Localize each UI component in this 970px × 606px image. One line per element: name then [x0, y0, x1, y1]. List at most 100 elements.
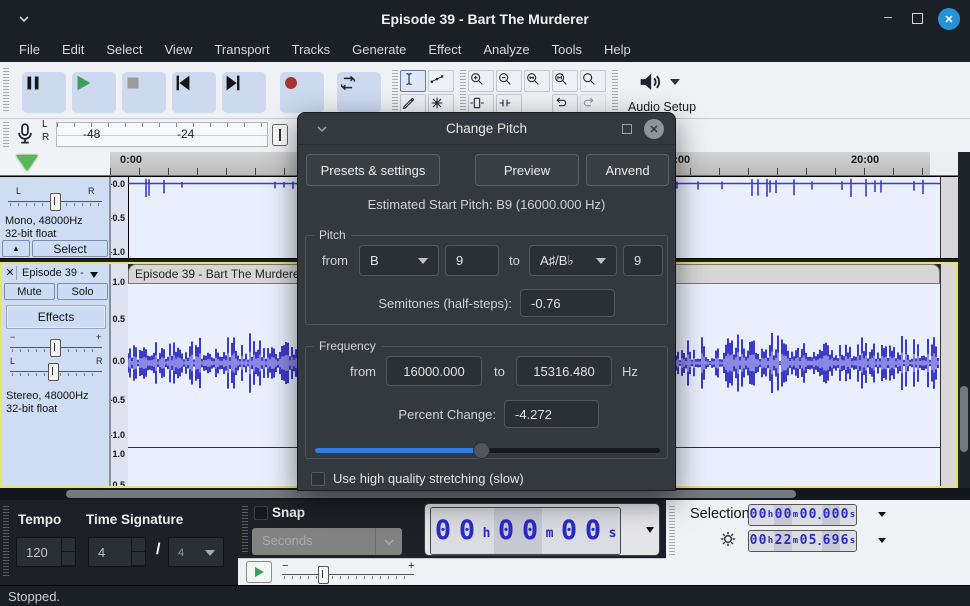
play-button[interactable]: [72, 72, 116, 113]
pitch-to-note-combo[interactable]: A♯/B♭: [529, 245, 617, 276]
track1-pan-slider[interactable]: [50, 193, 61, 211]
playhead-pin-icon[interactable]: [16, 155, 38, 171]
frequency-group: Frequency from 16000.000 to 15316.480 Hz…: [305, 346, 668, 459]
menu-tracks[interactable]: Tracks: [281, 38, 342, 62]
edit-toolbar-grip[interactable]: [460, 70, 466, 116]
timesig-upper-field[interactable]: 4: [88, 537, 146, 567]
menu-tools[interactable]: Tools: [541, 38, 593, 62]
freq-to-field[interactable]: 15316.480: [516, 356, 612, 386]
dialog-title-bar[interactable]: Change Pitch ✕: [298, 113, 675, 145]
pitch-from-octave-field[interactable]: 9: [445, 245, 499, 276]
meter-toolbar-grip[interactable]: [3, 122, 9, 148]
pause-button[interactable]: [22, 72, 66, 113]
track2-menu-caret-icon[interactable]: [90, 272, 98, 278]
timesig-lower-combo[interactable]: 4: [168, 537, 224, 567]
timesig-upper-spinner[interactable]: [131, 538, 145, 566]
audio-setup-caret-icon[interactable]: [670, 79, 680, 85]
hq-stretching-checkbox[interactable]: [311, 472, 325, 486]
vertical-scrollbar-thumb[interactable]: [960, 386, 968, 452]
zoom-in-icon: [469, 71, 493, 91]
slider-handle[interactable]: [473, 442, 490, 459]
track2-gain-slider[interactable]: [50, 339, 61, 357]
dialog-close-button[interactable]: ✕: [644, 119, 664, 139]
zoom-in-button[interactable]: [468, 70, 494, 92]
loop-button[interactable]: [337, 72, 381, 113]
menu-file[interactable]: File: [8, 38, 51, 62]
zoom-toggle-button[interactable]: [580, 70, 606, 92]
presets-settings-button[interactable]: Presets & settings: [306, 154, 440, 186]
track2-pan-slider[interactable]: [48, 363, 59, 381]
preview-button[interactable]: Preview: [475, 154, 579, 186]
track2-pan-left-label: L: [10, 356, 15, 366]
speaker-icon[interactable]: [636, 68, 664, 96]
time-toolbar: Tempo Time Signature 120 4 / 4: [0, 500, 238, 585]
zoom-fit-button[interactable]: [552, 70, 578, 92]
freq-from-field[interactable]: 16000.000: [386, 356, 482, 386]
tools-toolbar-grip[interactable]: [392, 70, 398, 116]
selection-start-caret-icon[interactable]: [878, 512, 886, 517]
menu-view[interactable]: View: [154, 38, 204, 62]
skip-start-button[interactable]: [172, 72, 216, 113]
transport-toolbar-grip[interactable]: [3, 68, 9, 112]
play-at-speed-button[interactable]: [246, 561, 272, 583]
snap-checkbox[interactable]: [254, 506, 268, 520]
apply-button[interactable]: Anvend: [586, 154, 669, 186]
menu-analyze[interactable]: Analyze: [472, 38, 540, 62]
tempo-spinner[interactable]: [61, 538, 75, 566]
percent-change-field[interactable]: -4.272: [504, 400, 599, 428]
dialog-minimize-button[interactable]: [622, 124, 632, 134]
time-display-caret-icon[interactable]: [646, 527, 654, 533]
time-toolbar-grip[interactable]: [3, 506, 9, 578]
snap-toolbar-grip[interactable]: [242, 506, 248, 552]
tempo-field[interactable]: 120: [16, 537, 76, 567]
track2-name[interactable]: Episode 39 -: [22, 267, 84, 279]
menu-effect[interactable]: Effect: [417, 38, 472, 62]
play-speed-slider[interactable]: [318, 566, 329, 584]
track2-vertical-ruler[interactable]: 1.00.50.0-0.5-1.01.00.5: [110, 264, 128, 488]
selection-settings-gear-icon[interactable]: [718, 529, 738, 549]
track2-close-icon[interactable]: ✕: [4, 266, 17, 280]
selection-end-caret-icon[interactable]: [878, 538, 886, 543]
semitones-field[interactable]: -0.76: [520, 289, 615, 317]
percent-change-slider[interactable]: [315, 442, 660, 459]
track2-solo-button[interactable]: Solo: [57, 283, 108, 300]
freq-to-label: to: [494, 364, 505, 379]
minimize-button[interactable]: –: [878, 8, 898, 24]
audio-position-display[interactable]: 00h00m00s: [424, 503, 660, 556]
input-volume-slider[interactable]: [272, 124, 288, 146]
audio-position-digits: 00h00m00s: [430, 507, 621, 555]
zoom-out-button[interactable]: [496, 70, 522, 92]
menu-generate[interactable]: Generate: [341, 38, 417, 62]
selection-end-field[interactable]: 00h22m05.696s: [748, 530, 857, 552]
stop-button[interactable]: [122, 72, 166, 113]
envelope-tool-button[interactable]: [428, 70, 454, 92]
menu-help[interactable]: Help: [593, 38, 642, 62]
maximize-button[interactable]: [912, 13, 923, 24]
close-button[interactable]: ✕: [938, 8, 960, 30]
pitch-to-octave-field[interactable]: 9: [623, 245, 663, 276]
freq-from-label: from: [350, 364, 376, 379]
pitch-from-note-combo[interactable]: B: [359, 245, 439, 276]
zoom-selection-button[interactable]: [524, 70, 550, 92]
record-button[interactable]: [280, 72, 324, 113]
track2-effects-button[interactable]: Effects: [6, 305, 106, 329]
selection-start-field[interactable]: 00h00m00.000s: [748, 504, 857, 526]
vertical-scrollbar[interactable]: [958, 152, 970, 488]
snap-mode-dropdown[interactable]: Seconds: [252, 528, 402, 555]
track1-collapse-button[interactable]: ▲: [2, 240, 30, 257]
menu-edit[interactable]: Edit: [51, 38, 95, 62]
menu-select[interactable]: Select: [95, 38, 153, 62]
selection-toolbar-grip[interactable]: [669, 506, 675, 556]
track1-vertical-ruler[interactable]: -0.0-0.5-1.0: [110, 177, 128, 258]
track1-select-button[interactable]: Select: [32, 240, 108, 257]
recording-meter[interactable]: -48-24: [56, 122, 268, 147]
track2-mute-button[interactable]: Mute: [4, 283, 55, 300]
skip-end-button[interactable]: [222, 72, 266, 113]
horizontal-scrollbar-thumb[interactable]: [66, 490, 796, 498]
track1-control-panel[interactable]: L R Mono, 48000Hz 32-bit float ▲ Select: [0, 177, 110, 258]
menu-transport[interactable]: Transport: [203, 38, 280, 62]
mic-icon[interactable]: [12, 121, 38, 149]
menubar: FileEditSelectViewTransportTracksGenerat…: [0, 38, 970, 62]
selection-tool-button[interactable]: [400, 70, 426, 92]
track2-control-panel[interactable]: ✕ Episode 39 - Mute Solo Effects − + L R…: [2, 264, 110, 486]
